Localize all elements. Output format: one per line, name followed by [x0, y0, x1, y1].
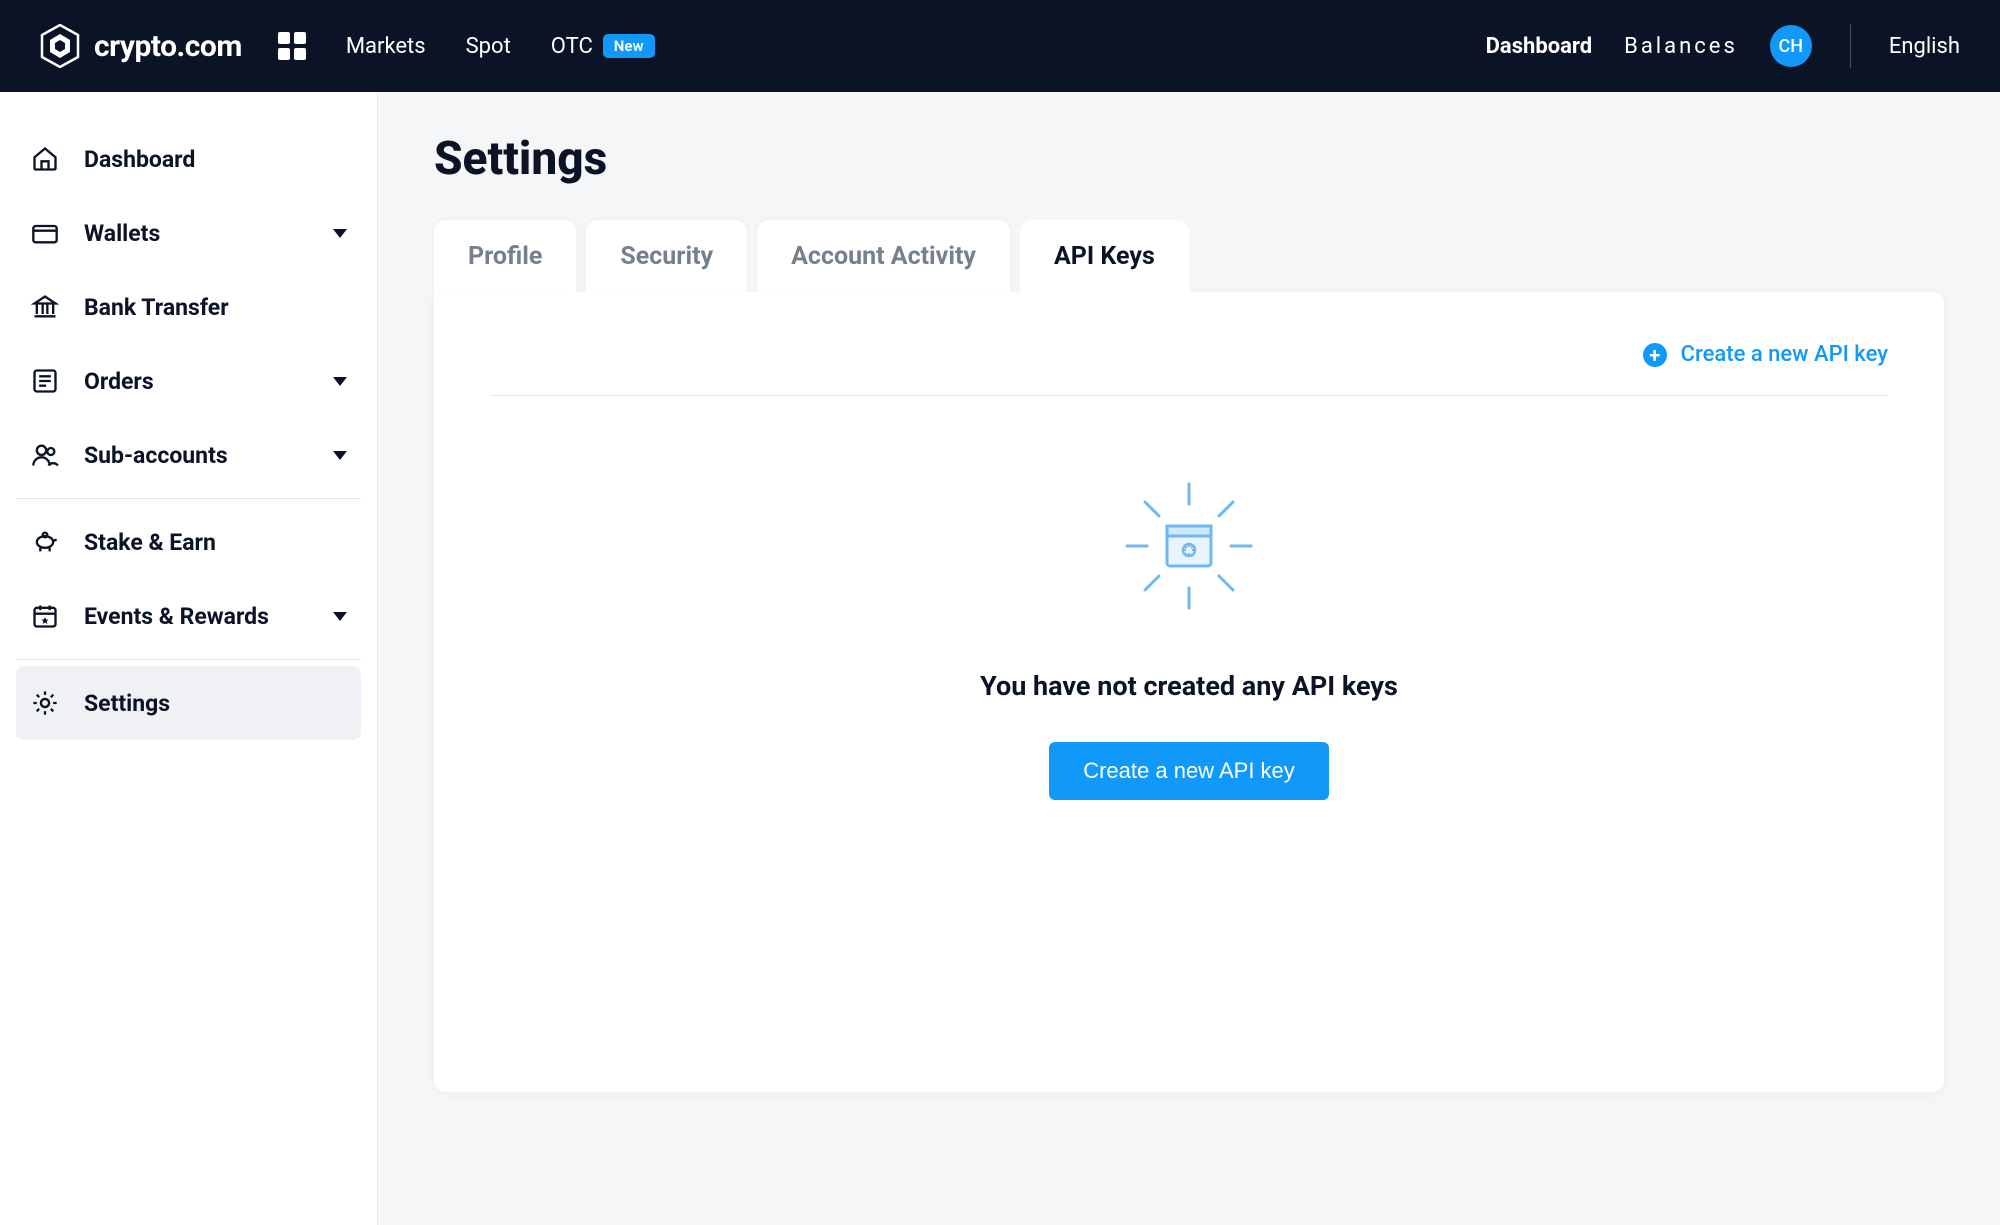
sidebar-item-label: Stake & Earn	[84, 529, 216, 556]
nav-dashboard[interactable]: Dashboard	[1486, 34, 1593, 59]
tab-profile[interactable]: Profile	[434, 220, 576, 293]
brand-text: crypto.com	[94, 29, 242, 64]
brand-icon	[40, 24, 80, 68]
divider	[16, 498, 361, 499]
tab-security[interactable]: Security	[586, 220, 747, 293]
app-grid-icon[interactable]	[278, 32, 306, 60]
chevron-down-icon	[333, 451, 347, 460]
sidebar-item-dashboard[interactable]: Dashboard	[16, 122, 361, 196]
sidebar-item-wallets[interactable]: Wallets	[16, 196, 361, 270]
list-icon	[30, 366, 60, 396]
sidebar-item-settings[interactable]: Settings	[16, 666, 361, 740]
tab-api-keys[interactable]: API Keys	[1020, 220, 1189, 293]
language-selector[interactable]: English	[1889, 34, 1960, 59]
brand-logo[interactable]: crypto.com	[40, 24, 242, 68]
sidebar-item-orders[interactable]: Orders	[16, 344, 361, 418]
sidebar-item-label: Events & Rewards	[84, 603, 269, 630]
empty-state-title: You have not created any API keys	[980, 670, 1398, 702]
sidebar-item-label: Settings	[84, 690, 170, 717]
page-title: Settings	[434, 132, 1944, 186]
chevron-down-icon	[333, 229, 347, 238]
divider	[16, 659, 361, 660]
empty-state: You have not created any API keys Create…	[490, 396, 1888, 800]
home-icon	[30, 144, 60, 174]
nav-spot[interactable]: Spot	[466, 34, 511, 59]
plus-circle-icon: +	[1643, 343, 1667, 367]
nav-markets[interactable]: Markets	[346, 34, 426, 59]
sidebar-item-stake-earn[interactable]: Stake & Earn	[16, 505, 361, 579]
top-nav: Markets Spot OTC New	[346, 34, 655, 59]
sidebar-item-label: Dashboard	[84, 146, 195, 173]
sidebar-item-events-rewards[interactable]: Events & Rewards	[16, 579, 361, 653]
divider	[1850, 24, 1851, 68]
sidebar-item-label: Wallets	[84, 220, 160, 247]
chevron-down-icon	[333, 612, 347, 621]
empty-state-icon	[1119, 476, 1259, 620]
avatar[interactable]: CH	[1770, 25, 1812, 67]
sidebar-item-bank-transfer[interactable]: Bank Transfer	[16, 270, 361, 344]
users-icon	[30, 440, 60, 470]
wallet-icon	[30, 218, 60, 248]
bank-icon	[30, 292, 60, 322]
panel-toolbar: + Create a new API key	[490, 342, 1888, 396]
chevron-down-icon	[333, 377, 347, 386]
calendar-icon	[30, 601, 60, 631]
piggy-icon	[30, 527, 60, 557]
nav-otc-label: OTC	[551, 34, 593, 59]
create-api-key-button[interactable]: Create a new API key	[1049, 742, 1329, 800]
settings-tabs: Profile Security Account Activity API Ke…	[434, 220, 1944, 293]
nav-otc[interactable]: OTC New	[551, 34, 655, 59]
sidebar-item-label: Orders	[84, 368, 154, 395]
sidebar-item-sub-accounts[interactable]: Sub-accounts	[16, 418, 361, 492]
new-badge: New	[603, 34, 655, 58]
sidebar-item-label: Bank Transfer	[84, 294, 229, 321]
tab-account-activity[interactable]: Account Activity	[757, 220, 1010, 293]
main-content: Settings Profile Security Account Activi…	[378, 92, 2000, 1225]
sidebar: Dashboard Wallets Bank Transfer	[0, 92, 378, 1225]
header: crypto.com Markets Spot OTC New Dashboar…	[0, 0, 2000, 92]
nav-balances[interactable]: Balances	[1624, 34, 1738, 59]
gear-icon	[30, 688, 60, 718]
create-api-key-link-label: Create a new API key	[1681, 342, 1888, 367]
api-keys-panel: + Create a new API key	[434, 292, 1944, 1092]
header-right: Dashboard Balances CH English	[1486, 24, 1960, 68]
create-api-key-link[interactable]: + Create a new API key	[1643, 342, 1888, 367]
sidebar-item-label: Sub-accounts	[84, 442, 228, 469]
